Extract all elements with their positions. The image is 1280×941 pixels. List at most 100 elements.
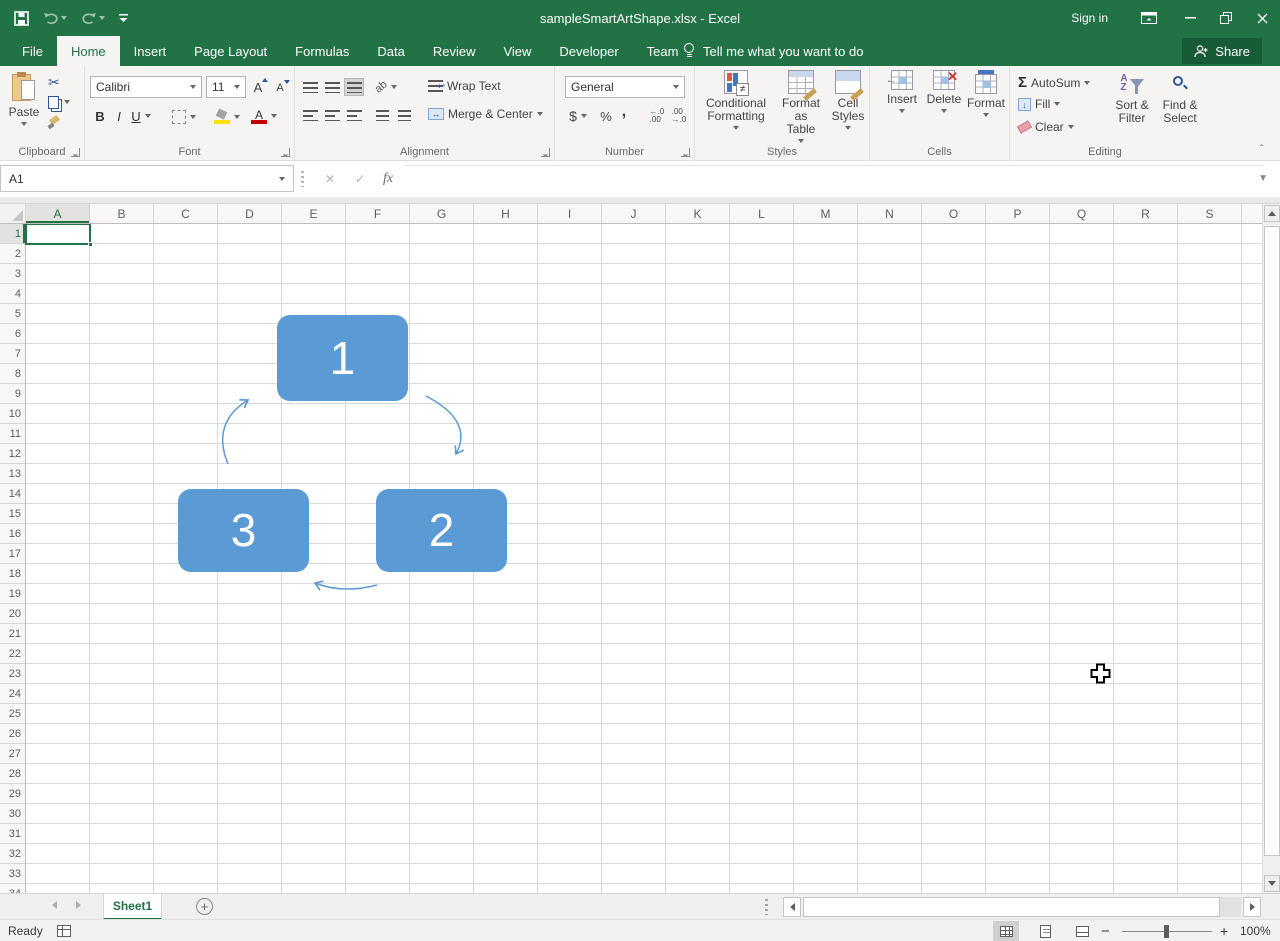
tab-view[interactable]: View	[489, 36, 545, 66]
increase-indent-button[interactable]	[394, 106, 414, 124]
bottom-align-button[interactable]	[344, 78, 364, 96]
vertical-scroll-thumb[interactable]	[1264, 226, 1280, 856]
column-header-d[interactable]: D	[218, 204, 282, 223]
column-header-p[interactable]: P	[986, 204, 1050, 223]
row-header-34[interactable]: 34	[0, 884, 25, 893]
column-header-b[interactable]: B	[90, 204, 154, 223]
zoom-level[interactable]: 100%	[1240, 920, 1271, 941]
fill-color-button[interactable]	[213, 108, 241, 126]
new-sheet-button[interactable]: +	[196, 898, 213, 915]
normal-view-button[interactable]	[993, 921, 1019, 941]
horizontal-scroll-track[interactable]	[803, 897, 1241, 917]
row-header-33[interactable]: 33	[0, 864, 25, 884]
arrow-3-to-1[interactable]	[223, 400, 248, 464]
copy-button[interactable]	[48, 92, 82, 112]
scroll-left-button[interactable]	[783, 897, 801, 917]
column-header-a[interactable]: A	[26, 204, 90, 223]
row-header-16[interactable]: 16	[0, 524, 25, 544]
find-select-button[interactable]: Find & Select	[1158, 70, 1202, 125]
tab-formulas[interactable]: Formulas	[281, 36, 363, 66]
row-header-26[interactable]: 26	[0, 724, 25, 744]
row-header-7[interactable]: 7	[0, 344, 25, 364]
column-header-s[interactable]: S	[1178, 204, 1242, 223]
arrow-2-to-3[interactable]	[315, 583, 377, 589]
bold-button[interactable]: B	[92, 106, 108, 126]
row-header-13[interactable]: 13	[0, 464, 25, 484]
smartart-shape-3[interactable]: 3	[178, 489, 309, 572]
column-header-r[interactable]: R	[1114, 204, 1178, 223]
tab-home[interactable]: Home	[57, 36, 120, 66]
row-header-32[interactable]: 32	[0, 844, 25, 864]
percent-style-button[interactable]: %	[597, 106, 615, 126]
vertical-scrollbar[interactable]	[1262, 204, 1280, 893]
scroll-down-button[interactable]	[1264, 875, 1280, 892]
accounting-format-button[interactable]: $	[565, 106, 591, 126]
comma-style-button[interactable]: ,	[617, 102, 631, 122]
formula-input[interactable]	[404, 165, 1264, 192]
row-header-23[interactable]: 23	[0, 664, 25, 684]
arrow-1-to-2[interactable]	[426, 396, 461, 454]
macro-record-icon[interactable]	[57, 925, 71, 937]
insert-cells-button[interactable]: ← Insert	[882, 70, 922, 113]
row-header-28[interactable]: 28	[0, 764, 25, 784]
row-header-14[interactable]: 14	[0, 484, 25, 504]
column-header-f[interactable]: F	[346, 204, 410, 223]
expand-formula-bar-button[interactable]: ▼	[1258, 173, 1268, 184]
tab-scrollbar-divider[interactable]	[765, 899, 768, 915]
column-header-i[interactable]: I	[538, 204, 602, 223]
row-header-5[interactable]: 5	[0, 304, 25, 324]
row-header-21[interactable]: 21	[0, 624, 25, 644]
format-cells-button[interactable]: Format	[966, 70, 1006, 117]
horizontal-scrollbar[interactable]	[783, 897, 1261, 917]
smartart-cycle-diagram[interactable]: 1 2 3	[26, 224, 546, 604]
font-size-combo[interactable]: 11	[206, 76, 246, 98]
row-header-3[interactable]: 3	[0, 264, 25, 284]
row-header-4[interactable]: 4	[0, 284, 25, 304]
cancel-button[interactable]: ✕	[320, 169, 340, 189]
column-header-n[interactable]: N	[858, 204, 922, 223]
row-header-6[interactable]: 6	[0, 324, 25, 344]
row-header-19[interactable]: 19	[0, 584, 25, 604]
wrap-text-button[interactable]: Wrap Text	[428, 79, 501, 93]
row-header-20[interactable]: 20	[0, 604, 25, 624]
restore-button[interactable]	[1208, 0, 1244, 36]
row-header-2[interactable]: 2	[0, 244, 25, 264]
column-header-k[interactable]: K	[666, 204, 730, 223]
row-header-31[interactable]: 31	[0, 824, 25, 844]
cut-button[interactable]: ✂	[48, 72, 82, 92]
delete-cells-button[interactable]: ✕ Delete	[924, 70, 964, 113]
close-button[interactable]	[1244, 0, 1280, 36]
column-header-o[interactable]: O	[922, 204, 986, 223]
increase-decimal-button[interactable]: ←.0.00	[647, 106, 667, 126]
format-as-table-button[interactable]: Format as Table	[775, 70, 827, 143]
middle-align-button[interactable]	[322, 78, 342, 96]
format-painter-button[interactable]	[48, 112, 82, 132]
row-header-27[interactable]: 27	[0, 744, 25, 764]
autosum-button[interactable]: Σ AutoSum	[1018, 74, 1090, 91]
next-sheet-button[interactable]	[76, 901, 81, 912]
row-header-29[interactable]: 29	[0, 784, 25, 804]
row-header-8[interactable]: 8	[0, 364, 25, 384]
decrease-decimal-button[interactable]: .00→.0	[669, 106, 689, 126]
scroll-up-button[interactable]	[1264, 205, 1280, 222]
column-header-m[interactable]: M	[794, 204, 858, 223]
collapse-ribbon-button[interactable]: ˆ	[1260, 146, 1272, 154]
font-name-combo[interactable]: Calibri	[90, 76, 202, 98]
formula-bar-resize-handle[interactable]	[301, 171, 304, 187]
row-header-1[interactable]: 1	[0, 224, 25, 244]
underline-button[interactable]: U	[128, 106, 154, 126]
conditional-formatting-button[interactable]: ≠ Conditional Formatting	[700, 70, 772, 130]
select-all-corner[interactable]	[0, 204, 26, 223]
row-header-17[interactable]: 17	[0, 544, 25, 564]
row-header-18[interactable]: 18	[0, 564, 25, 584]
smartart-shape-2[interactable]: 2	[376, 489, 507, 572]
column-header-l[interactable]: L	[730, 204, 794, 223]
column-header-g[interactable]: G	[410, 204, 474, 223]
fill-button[interactable]: ↓ Fill	[1018, 97, 1060, 111]
font-color-button[interactable]: A	[249, 106, 279, 126]
tab-data[interactable]: Data	[363, 36, 418, 66]
horizontal-scroll-thumb[interactable]	[803, 897, 1220, 917]
column-header-e[interactable]: E	[282, 204, 346, 223]
scroll-right-button[interactable]	[1243, 897, 1261, 917]
page-break-view-button[interactable]	[1069, 921, 1095, 941]
